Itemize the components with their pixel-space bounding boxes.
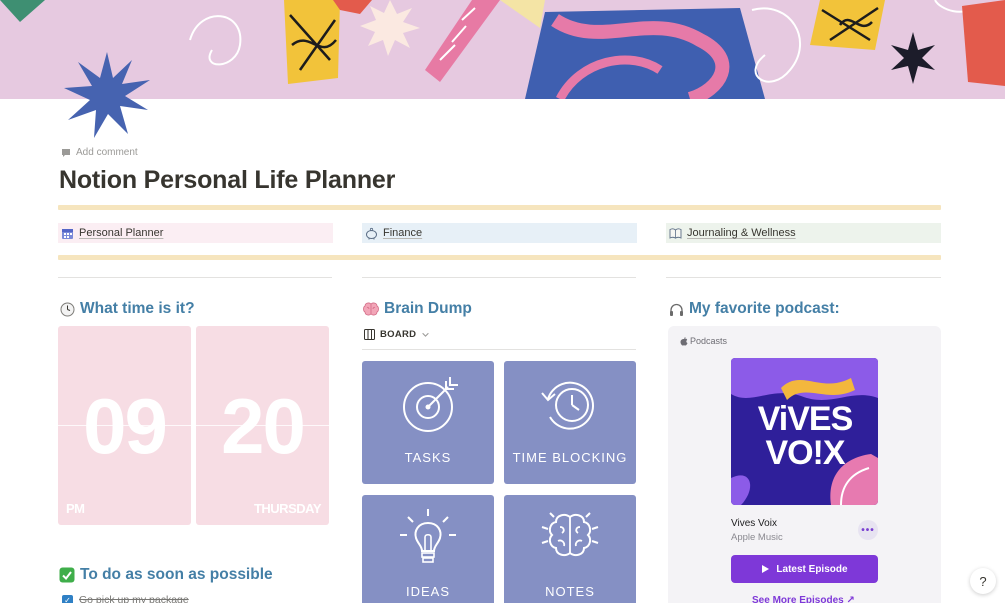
clock-period: PM bbox=[66, 501, 85, 516]
separator-bar-bottom bbox=[58, 255, 941, 260]
see-more-episodes-link[interactable]: See More Episodes ↗ bbox=[752, 595, 855, 603]
clock-hour: 09 bbox=[83, 382, 168, 470]
apple-podcast-embed: Podcasts ViVES VO!X Vives Voix Apple Mus… bbox=[668, 326, 941, 603]
ellipsis-icon: ••• bbox=[861, 524, 875, 536]
brain-dump-heading-text: Brain Dump bbox=[384, 300, 472, 317]
lightbulb-icon bbox=[400, 509, 456, 563]
comment-icon bbox=[62, 148, 70, 157]
brain-icon bbox=[541, 512, 599, 557]
card-time-blocking[interactable]: TIME BLOCKING bbox=[504, 361, 636, 484]
podcast-heading-text: My favorite podcast: bbox=[689, 300, 840, 317]
podcasts-brand-label: Podcasts bbox=[690, 336, 728, 346]
nav-link-personal-planner[interactable]: Personal Planner bbox=[58, 223, 333, 243]
column-divider bbox=[58, 277, 332, 278]
apple-podcasts-logo: Podcasts bbox=[680, 336, 727, 346]
nav-link-journaling-wellness[interactable]: Journaling & Wellness bbox=[666, 223, 941, 243]
board-view-selector[interactable]: BOARD bbox=[364, 329, 430, 340]
podcast-cover-art[interactable]: ViVES VO!X bbox=[731, 358, 878, 505]
podcast-name[interactable]: Vives Voix bbox=[731, 518, 777, 529]
board-icon bbox=[364, 329, 375, 340]
clock-icon bbox=[59, 301, 75, 317]
nav-link-label: Personal Planner bbox=[79, 227, 164, 239]
column-divider bbox=[666, 277, 941, 278]
card-caption: TIME BLOCKING bbox=[512, 450, 628, 465]
card-caption: IDEAS bbox=[405, 584, 450, 599]
podcast-app-name: Apple Music bbox=[731, 532, 783, 543]
card-caption: TASKS bbox=[404, 450, 452, 465]
play-icon bbox=[762, 565, 770, 573]
page-icon-starburst[interactable] bbox=[62, 50, 152, 140]
clock-hour-panel: 09 PM bbox=[58, 326, 191, 525]
page-title[interactable]: Notion Personal Life Planner bbox=[59, 166, 395, 195]
board-divider bbox=[362, 349, 636, 350]
svg-text:VO!X: VO!X bbox=[765, 434, 845, 472]
clock-weekday: THURSDAY bbox=[253, 501, 322, 516]
checkbox-checked-icon[interactable]: ✓ bbox=[62, 594, 73, 603]
nav-link-label: Finance bbox=[383, 227, 423, 239]
latest-episode-button[interactable]: Latest Episode bbox=[731, 555, 878, 583]
see-more-label: See More Episodes bbox=[752, 595, 844, 603]
todo-heading[interactable]: To do as soon as possible bbox=[59, 566, 273, 584]
book-icon bbox=[669, 227, 682, 239]
svg-text:ViVES: ViVES bbox=[758, 400, 853, 438]
brain-emoji-icon bbox=[363, 301, 379, 317]
clock-history-icon bbox=[541, 381, 594, 430]
flip-hinge bbox=[58, 425, 191, 426]
separator-bar-top bbox=[58, 205, 941, 210]
target-icon bbox=[403, 377, 458, 432]
brain-dump-heading[interactable]: Brain Dump bbox=[363, 300, 472, 318]
latest-episode-label: Latest Episode bbox=[776, 563, 848, 575]
clock-heading-text: What time is it? bbox=[80, 300, 195, 317]
todo-item[interactable]: ✓ Go pick up my package bbox=[62, 594, 189, 603]
apple-logo-icon bbox=[680, 336, 688, 346]
clock-minute-panel: 20 THURSDAY bbox=[196, 326, 329, 525]
card-ideas[interactable]: IDEAS bbox=[362, 495, 494, 603]
flip-hinge bbox=[196, 425, 329, 426]
add-comment-button[interactable]: Add comment bbox=[61, 147, 138, 158]
help-button[interactable]: ? bbox=[970, 568, 996, 594]
arrow-up-right-icon: ↗ bbox=[846, 595, 855, 603]
card-notes[interactable]: NOTES bbox=[504, 495, 636, 603]
piggy-bank-icon bbox=[366, 227, 377, 239]
headphones-icon bbox=[668, 301, 684, 317]
card-tasks[interactable]: TASKS bbox=[362, 361, 494, 484]
add-comment-label: Add comment bbox=[76, 147, 138, 158]
check-mark-button-icon bbox=[59, 567, 75, 583]
clock-heading[interactable]: What time is it? bbox=[59, 300, 195, 318]
todo-item-text: Go pick up my package bbox=[79, 594, 189, 603]
nav-link-finance[interactable]: Finance bbox=[362, 223, 637, 243]
card-caption: NOTES bbox=[545, 584, 595, 599]
nav-link-label: Journaling & Wellness bbox=[687, 227, 796, 239]
todo-heading-text: To do as soon as possible bbox=[80, 566, 273, 583]
clock-minute: 20 bbox=[221, 382, 306, 470]
chevron-down-icon bbox=[422, 332, 430, 337]
calendar-icon bbox=[62, 228, 73, 239]
podcast-heading[interactable]: My favorite podcast: bbox=[668, 300, 840, 318]
more-options-button[interactable]: ••• bbox=[858, 520, 878, 540]
board-view-label: BOARD bbox=[380, 329, 417, 340]
column-divider bbox=[362, 277, 636, 278]
